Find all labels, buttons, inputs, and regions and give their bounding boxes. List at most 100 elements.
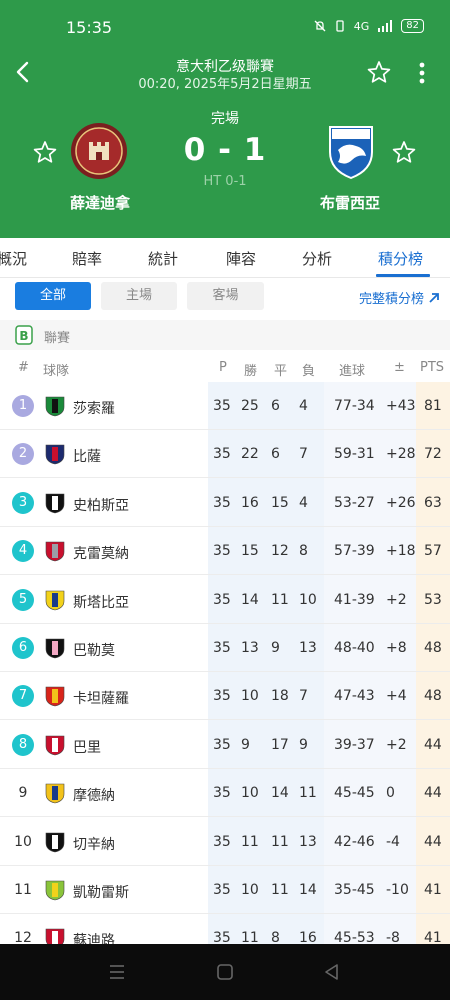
cell-played: 35: [213, 398, 231, 414]
cell-points: 41: [424, 930, 442, 944]
cell-diff: +8: [386, 640, 407, 656]
cell-diff: +2: [386, 591, 407, 608]
tab-overview[interactable]: 概況: [0, 248, 27, 269]
col-rank: #: [18, 360, 29, 375]
cell-points: 48: [424, 688, 442, 705]
standings-filters: 全部 主場 客場 完整積分榜: [0, 278, 450, 320]
team-crest-icon: [45, 880, 65, 901]
star-icon[interactable]: [367, 60, 391, 84]
cell-played: 35: [213, 494, 231, 511]
mute-icon: [314, 20, 326, 32]
cell-wins: 16: [241, 494, 259, 511]
cell-goals: 48-40: [334, 640, 375, 656]
table-row[interactable]: 3 史柏斯亞 35 16 15 4 53-27 +26 63: [0, 479, 450, 527]
cell-diff: -4: [386, 833, 400, 850]
cell-losses: 7: [299, 446, 308, 463]
table-row[interactable]: 1 莎索羅 35 25 6 4 77-34 +43 81: [0, 382, 450, 430]
cell-wins: 13: [241, 640, 259, 656]
cell-points: 41: [424, 882, 442, 898]
cell-wins: 9: [241, 736, 250, 753]
signal-icon: [378, 20, 393, 32]
cell-diff: +28: [386, 446, 416, 463]
cell-draws: 15: [271, 494, 289, 511]
cell-points: 44: [424, 736, 442, 753]
col-diff: ±: [394, 360, 405, 375]
away-team-name[interactable]: 布雷西亞: [300, 192, 400, 213]
rank-badge: 11: [14, 882, 32, 898]
table-row[interactable]: 7 卡坦薩羅 35 10 18 7 47-43 +4 48: [0, 672, 450, 721]
cell-draws: 6: [271, 398, 280, 414]
rank-badge: 9: [18, 785, 28, 802]
cell-draws: 12: [271, 543, 289, 560]
cell-played: 35: [213, 640, 231, 656]
active-tab-indicator: [376, 274, 430, 277]
team-name: 摩德納: [73, 788, 115, 805]
full-table-label: 完整積分榜: [358, 292, 424, 307]
tab-odds[interactable]: 賠率: [72, 248, 102, 269]
cell-played: 35: [213, 688, 231, 705]
team-name: 巴里: [73, 739, 101, 756]
cell-draws: 18: [271, 688, 289, 705]
cell-diff: +43: [386, 398, 416, 414]
table-row[interactable]: 9 摩德納 35 10 14 11 45-45 0 44: [0, 769, 450, 818]
cell-points: 81: [424, 398, 442, 414]
filter-home[interactable]: 主場: [101, 282, 177, 310]
tab-analysis[interactable]: 分析: [302, 248, 332, 269]
table-row[interactable]: 10 切辛納 35 11 11 13 42-46 -4 44: [0, 818, 450, 866]
away-team-crest[interactable]: [326, 124, 376, 180]
status-time: 15:35: [66, 18, 113, 37]
team-name: 凱勒雷斯: [73, 885, 129, 901]
cell-goals: 45-53: [334, 930, 375, 944]
cell-losses: 16: [299, 930, 317, 944]
team-crest-icon: [45, 783, 65, 804]
cell-points: 48: [424, 640, 442, 656]
cell-losses: 13: [299, 640, 317, 656]
table-row[interactable]: 11 凱勒雷斯 35 10 11 14 35-45 -10 41: [0, 866, 450, 914]
cell-wins: 10: [241, 785, 259, 802]
star-icon[interactable]: [392, 140, 416, 164]
back-nav-icon[interactable]: [322, 962, 342, 982]
match-header: 15:35 4G 82 意大利乙级聯賽 00:20, 2025年5月2日星期五 …: [0, 0, 450, 238]
team-crest-icon: [45, 638, 65, 659]
team-crest-icon: [45, 687, 65, 707]
col-wins: 勝: [244, 364, 258, 379]
svg-text:B: B: [19, 329, 28, 343]
rank-badge: 2: [12, 443, 34, 466]
full-table-link[interactable]: 完整積分榜: [359, 288, 440, 307]
cell-played: 35: [213, 736, 231, 753]
cell-wins: 14: [241, 591, 259, 608]
cell-goals: 47-43: [334, 688, 375, 705]
filter-all[interactable]: 全部: [15, 282, 91, 310]
star-icon[interactable]: [33, 140, 57, 164]
filter-away[interactable]: 客場: [187, 282, 264, 310]
home-team-crest[interactable]: [70, 122, 128, 180]
cell-losses: 14: [299, 882, 317, 898]
cell-draws: 11: [271, 833, 289, 850]
more-icon[interactable]: [412, 60, 432, 86]
table-row[interactable]: 4 克雷莫納 35 15 12 8 57-39 +18 57: [0, 527, 450, 576]
table-row[interactable]: 5 斯塔比亞 35 14 11 10 41-39 +2 53: [0, 576, 450, 624]
table-row[interactable]: 6 巴勒莫 35 13 9 13 48-40 +8 48: [0, 624, 450, 672]
tab-standings[interactable]: 積分榜: [378, 248, 423, 269]
rank-badge: 5: [12, 588, 34, 611]
home-icon[interactable]: [215, 962, 235, 982]
menu-icon[interactable]: [107, 962, 127, 982]
cell-diff: +26: [386, 494, 416, 511]
cell-losses: 10: [299, 591, 317, 608]
rank-badge: 12: [14, 930, 32, 944]
home-team-name[interactable]: 薛達迪拿: [50, 192, 150, 213]
team-name: 克雷莫納: [73, 546, 129, 563]
table-row[interactable]: 8 巴里 35 9 17 9 39-37 +2 44: [0, 721, 450, 769]
cell-losses: 4: [299, 398, 308, 414]
table-row[interactable]: 2 比薩 35 22 6 7 59-31 +28 72: [0, 430, 450, 479]
cell-draws: 11: [271, 882, 289, 898]
vibrate-icon: [336, 20, 344, 32]
cell-losses: 11: [299, 785, 317, 802]
cell-draws: 14: [271, 785, 289, 802]
rank-badge: 4: [12, 540, 34, 563]
tab-lineups[interactable]: 陣容: [226, 248, 256, 269]
col-pts: PTS: [420, 360, 445, 375]
tab-stats[interactable]: 統計: [148, 248, 178, 269]
table-row[interactable]: 12 蘇迪路 35 11 8 16 45-53 -8 41: [0, 914, 450, 944]
cell-diff: 0: [386, 785, 395, 802]
